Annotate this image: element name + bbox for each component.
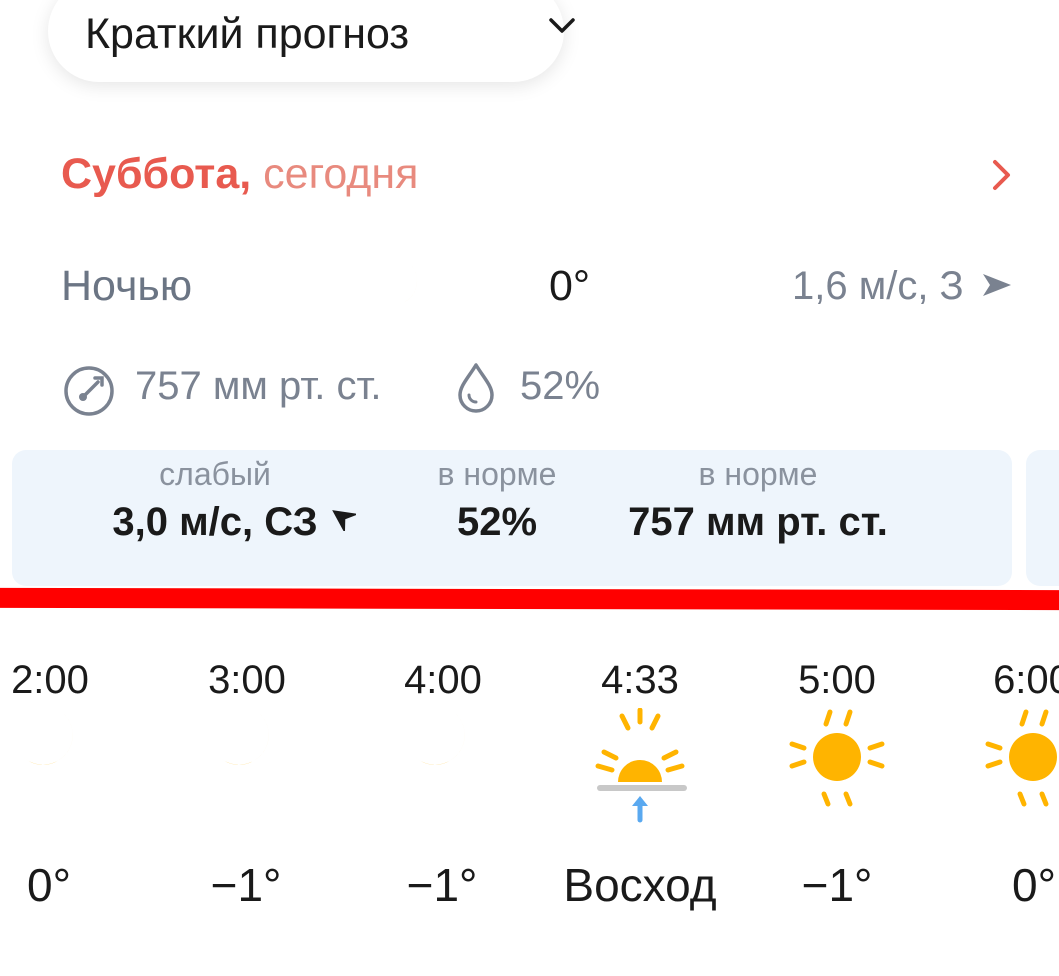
night-label: Ночью bbox=[61, 262, 193, 310]
night-wind: 1,6 м/с, З bbox=[792, 264, 964, 308]
hour-temp: 0° bbox=[1012, 859, 1056, 911]
wind-direction-icon bbox=[983, 274, 1011, 296]
hour-time: 5:00 bbox=[798, 658, 876, 702]
droplet-icon bbox=[458, 363, 494, 413]
humidity-value: 52% bbox=[520, 364, 601, 408]
sun-icon bbox=[985, 709, 1057, 807]
forecast-type-dropdown[interactable]: Краткий прогноз bbox=[48, 0, 575, 82]
moon-icon bbox=[22, 714, 73, 765]
night-temperature: 0° bbox=[549, 262, 591, 310]
day-name: Суббота, bbox=[61, 150, 252, 198]
hour-temp: −1° bbox=[801, 859, 873, 911]
wind-caption: слабый bbox=[159, 456, 271, 492]
sunrise-icon bbox=[595, 708, 687, 823]
moon-icon bbox=[376, 264, 418, 306]
hour-time: 2:00 bbox=[11, 658, 89, 702]
humidity-caption: в норме bbox=[437, 456, 557, 492]
pressure-value: 757 мм рт. ст. bbox=[135, 364, 382, 408]
pressure-gauge-icon bbox=[64, 366, 114, 416]
forecast-type-label: Краткий прогноз bbox=[85, 10, 410, 58]
hour-time: 4:00 bbox=[404, 658, 482, 702]
sun-icon bbox=[789, 709, 885, 807]
weather-page: Краткий прогноз Суббота, сегодня Ночью 0… bbox=[0, 0, 1059, 976]
chevron-down-icon bbox=[549, 18, 575, 33]
moon-icon bbox=[218, 714, 269, 765]
hour-time: 4:33 bbox=[601, 658, 679, 702]
next-details-card bbox=[1026, 450, 1059, 586]
day-header[interactable]: Суббота, сегодня bbox=[61, 150, 418, 199]
separator-line bbox=[0, 587, 1059, 611]
wind-value: 3,0 м/с, СЗ bbox=[112, 500, 318, 544]
hour-temp: −1° bbox=[406, 859, 478, 911]
pressure-caption: в норме bbox=[698, 456, 818, 492]
hour-temp: −1° bbox=[210, 859, 282, 911]
hour-time: 3:00 bbox=[208, 658, 286, 702]
pressure-detail-value: 757 мм рт. ст. bbox=[628, 500, 888, 544]
humidity-detail-value: 52% bbox=[456, 500, 538, 544]
hour-time: 6:00 bbox=[993, 658, 1059, 702]
chevron-right-icon[interactable] bbox=[990, 158, 1014, 192]
sunrise-label: Восход bbox=[563, 859, 717, 911]
moon-icon bbox=[414, 714, 465, 765]
wind-direction-icon bbox=[332, 510, 356, 531]
day-relative: сегодня bbox=[263, 150, 419, 198]
